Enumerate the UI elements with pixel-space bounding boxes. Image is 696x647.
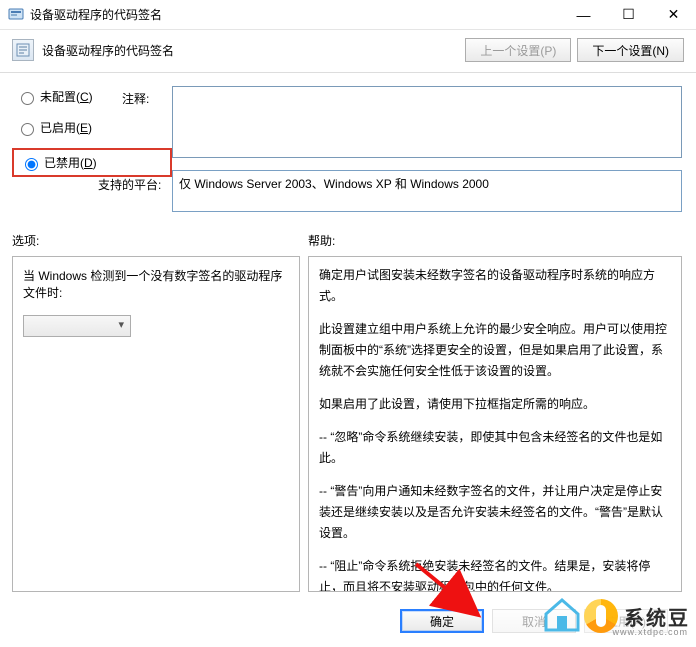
help-p1: 确定用户试图安装未经数字签名的设备驱动程序时系统的响应方式。 xyxy=(319,265,671,307)
minimize-button[interactable]: — xyxy=(561,0,606,30)
help-p3: 如果启用了此设置，请使用下拉框指定所需的响应。 xyxy=(319,394,671,415)
subheader-title: 设备驱动程序的代码签名 xyxy=(42,42,459,59)
apply-button[interactable]: 应用(A) xyxy=(584,609,668,633)
footer: 确定 取消 应用(A) xyxy=(0,600,696,642)
help-label: 帮助: xyxy=(308,232,335,249)
platform-label: 支持的平台: xyxy=(98,176,161,193)
radio-enabled-input[interactable] xyxy=(21,123,34,136)
close-button[interactable]: ✕ xyxy=(651,0,696,30)
help-p4: -- “忽略”命令系统继续安装，即使其中包含未经签名的文件也是如此。 xyxy=(319,427,671,469)
next-setting-button[interactable]: 下一个设置(N) xyxy=(577,38,684,62)
radio-disabled-input[interactable] xyxy=(25,158,38,171)
title-bar: 设备驱动程序的代码签名 — ☐ ✕ xyxy=(0,0,696,30)
radio-disabled-label: 已禁用(D) xyxy=(44,154,97,171)
cancel-button[interactable]: 取消 xyxy=(492,609,576,633)
help-p6: -- “阻止”命令系统拒绝安装未经签名的文件。结果是，安装将停止，而且将不安装驱… xyxy=(319,556,671,592)
radio-enabled-label: 已启用(E) xyxy=(40,119,92,136)
response-dropdown[interactable] xyxy=(23,315,131,337)
radio-not-configured-label: 未配置(C) xyxy=(40,88,93,105)
app-icon xyxy=(8,7,24,23)
ok-button[interactable]: 确定 xyxy=(400,609,484,633)
comment-label: 注释: xyxy=(122,90,149,107)
radio-disabled[interactable]: 已禁用(D) xyxy=(12,148,172,177)
subheader: 设备驱动程序的代码签名 上一个设置(P) 下一个设置(N) xyxy=(0,30,696,73)
options-label: 选项: xyxy=(12,232,39,249)
platform-box: 仅 Windows Server 2003、Windows XP 和 Windo… xyxy=(172,170,682,212)
help-panel: 确定用户试图安装未经数字签名的设备驱动程序时系统的响应方式。 此设置建立组中用户… xyxy=(308,256,682,592)
comment-textarea[interactable] xyxy=(172,86,682,158)
radio-not-configured-input[interactable] xyxy=(21,92,34,105)
help-p2: 此设置建立组中用户系统上允许的最少安全响应。用户可以使用控制面板中的“系统”选择… xyxy=(319,319,671,382)
options-text: 当 Windows 检测到一个没有数字签名的驱动程序文件时: xyxy=(23,267,289,301)
maximize-button[interactable]: ☐ xyxy=(606,0,651,30)
policy-icon xyxy=(12,39,34,61)
window-title: 设备驱动程序的代码签名 xyxy=(30,6,561,23)
prev-setting-button[interactable]: 上一个设置(P) xyxy=(465,38,571,62)
options-panel: 当 Windows 检测到一个没有数字签名的驱动程序文件时: xyxy=(12,256,300,592)
help-p5: -- “警告”向用户通知未经数字签名的文件，并让用户决定是停止安装还是继续安装以… xyxy=(319,481,671,544)
radio-enabled[interactable]: 已启用(E) xyxy=(12,117,172,138)
